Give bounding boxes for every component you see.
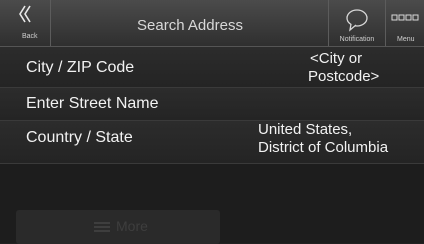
city-value-line2: Postcode> (308, 68, 380, 85)
street-row[interactable]: Enter Street Name (0, 88, 424, 121)
back-label: Back (22, 33, 38, 40)
more-label: More (116, 218, 148, 234)
notification-button[interactable]: Notification (328, 0, 386, 46)
country-value-line2: District of Columbia (258, 139, 389, 156)
search-address-screen: Back Search Address Notification Menu Ci… (0, 0, 424, 244)
speech-bubble-icon (346, 9, 368, 32)
street-label: Enter Street Name (26, 95, 159, 112)
country-value-line1: United States, (258, 121, 353, 138)
city-zip-row[interactable]: City / ZIP Code <City or Postcode> (0, 47, 424, 88)
country-state-row[interactable]: Country / State United States, District … (0, 121, 424, 164)
double-chevron-left-icon (18, 4, 32, 28)
menu-label: Menu (397, 36, 415, 43)
city-value-line1: <City or (310, 50, 363, 67)
list-icon (94, 222, 110, 232)
more-button[interactable]: More (16, 210, 220, 244)
country-state-label: Country / State (26, 129, 133, 146)
menu-button[interactable]: Menu (385, 0, 424, 46)
menu-squares-icon (391, 14, 419, 21)
city-zip-label: City / ZIP Code (26, 59, 135, 76)
notification-label: Notification (339, 36, 375, 43)
page-title: Search Address (137, 17, 243, 34)
top-bar: Back Search Address Notification Menu (0, 0, 424, 47)
back-button[interactable]: Back (0, 0, 51, 46)
